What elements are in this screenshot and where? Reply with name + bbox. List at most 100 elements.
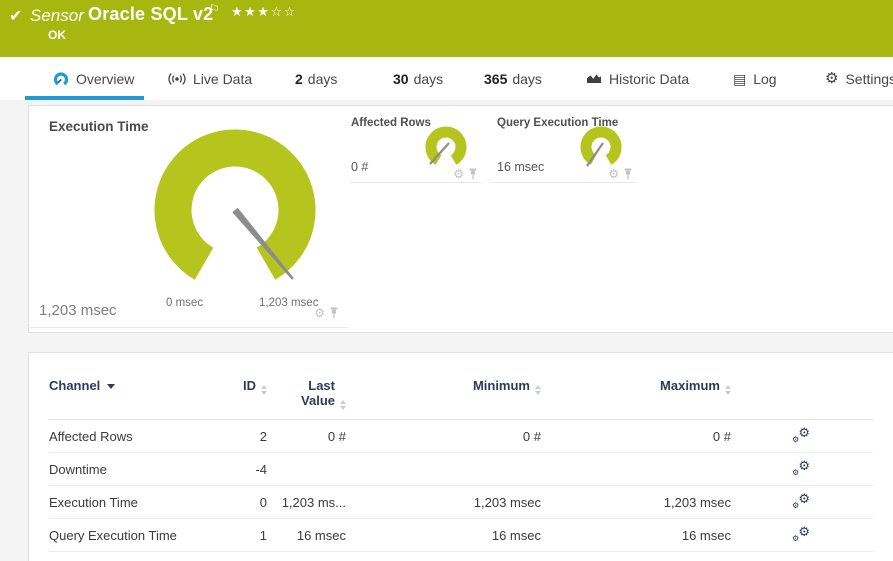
status-badge: OK xyxy=(48,28,66,42)
tab-365-days[interactable]: 365 days xyxy=(484,57,542,100)
gauge-tile-query-execution-time: Query Execution Time 16 msec ⚙ xyxy=(490,110,636,183)
channel-name: Execution Time xyxy=(49,494,138,510)
channel-id: 0 xyxy=(259,494,267,510)
channel-settings-button[interactable]: ⚙ ⚙ xyxy=(792,424,810,444)
channel-name: Query Execution Time xyxy=(49,527,177,543)
channel-table: Channel ID Last Value Minimum Maximum Af… xyxy=(49,378,873,552)
tab-label: days xyxy=(413,70,444,87)
gauge-tile-affected-rows: Affected Rows 0 # ⚙ xyxy=(350,110,481,183)
gears-icon: ⚙ xyxy=(792,434,800,444)
tab-number: 30 xyxy=(393,70,409,87)
gauge-settings-button[interactable]: ⚙ xyxy=(314,307,325,319)
tab-label: Log xyxy=(753,70,777,87)
flag-icon[interactable]: ⚐ xyxy=(209,2,220,16)
column-label: Last Value xyxy=(301,378,335,408)
column-label: Channel xyxy=(49,378,101,393)
gears-icon: ⚙ xyxy=(792,467,800,477)
gears-icon: ⚙ xyxy=(798,490,810,506)
channel-last-value: 0 # xyxy=(327,428,346,444)
prtg-sensor-page: ✔ Sensor Oracle SQL v2 ⚐ ★★★☆☆ OK Overvi… xyxy=(0,0,893,561)
gauge-title: Execution Time xyxy=(49,119,149,134)
channel-name: Downtime xyxy=(49,461,107,477)
channel-last-value: 16 msec xyxy=(296,527,346,543)
sensor-kind-label: Sensor xyxy=(30,6,84,25)
gears-icon: ⚙ xyxy=(798,457,810,473)
channel-table-panel: Channel ID Last Value Minimum Maximum Af… xyxy=(28,352,893,561)
channel-maximum: 0 # xyxy=(712,428,731,444)
channel-settings-button[interactable]: ⚙ ⚙ xyxy=(792,457,810,477)
tab-label: days xyxy=(307,70,338,87)
sort-desc-icon xyxy=(107,384,116,389)
area-chart-icon xyxy=(587,74,601,83)
gauge-title: Affected Rows xyxy=(351,117,431,129)
tab-number: 365 xyxy=(484,70,508,87)
gears-icon: ⚙ xyxy=(792,500,800,510)
gears-icon: ⚙ xyxy=(798,523,810,539)
log-icon: ▤ xyxy=(733,70,747,87)
channel-minimum: 0 # xyxy=(522,428,541,444)
gauge-value: 0 # xyxy=(351,160,369,174)
gauge-icon xyxy=(53,72,69,86)
tab-number: 2 xyxy=(295,70,303,87)
pin-icon[interactable] xyxy=(623,168,633,180)
gauge-tile-execution-time: Execution Time 0 msec 1,203 msec 1,203 m… xyxy=(30,106,348,328)
column-header-last-value[interactable]: Last Value xyxy=(267,378,346,410)
tab-label: Settings xyxy=(845,70,893,87)
sensor-title: Oracle SQL v2 xyxy=(88,4,214,24)
sort-icon xyxy=(725,385,731,395)
gauge-settings-button[interactable]: ⚙ xyxy=(608,168,619,180)
broadcast-icon xyxy=(168,72,186,85)
tab-30-days[interactable]: 30 days xyxy=(393,57,443,100)
table-row[interactable]: Downtime -4 ⚙ ⚙ xyxy=(49,453,873,486)
channel-minimum: 1,203 msec xyxy=(473,494,541,510)
tab-bar: Overview Live Data 2 days 30 days 365 da… xyxy=(0,57,893,100)
tab-2-days[interactable]: 2 days xyxy=(295,57,337,100)
tab-label: days xyxy=(512,70,542,87)
gauge-value: 16 msec xyxy=(497,160,545,174)
pin-icon[interactable] xyxy=(329,307,339,319)
gauge-scale-min: 0 msec xyxy=(166,297,204,309)
priority-stars[interactable]: ★★★☆☆ xyxy=(231,4,297,20)
tab-log[interactable]: ▤ Log xyxy=(733,57,777,100)
gauge-value: 1,203 msec xyxy=(39,302,117,319)
tab-label: Historic Data xyxy=(609,70,690,87)
channel-maximum: 16 msec xyxy=(681,527,731,543)
tab-settings[interactable]: ⚙ Settings xyxy=(825,57,893,100)
sort-icon xyxy=(340,400,346,410)
channel-id: -4 xyxy=(255,461,267,477)
column-header-channel[interactable]: Channel xyxy=(49,378,209,393)
tab-historic-data[interactable]: Historic Data xyxy=(586,57,689,100)
sensor-header: ✔ Sensor Oracle SQL v2 ⚐ ★★★☆☆ OK xyxy=(0,0,893,57)
column-header-maximum[interactable]: Maximum xyxy=(541,378,731,395)
channel-name: Affected Rows xyxy=(49,428,133,444)
column-label: Maximum xyxy=(660,378,720,393)
table-header-row: Channel ID Last Value Minimum Maximum xyxy=(49,378,873,420)
execution-time-gauge xyxy=(154,129,316,280)
gears-icon: ⚙ xyxy=(798,424,810,440)
channel-id: 2 xyxy=(259,428,267,444)
table-row[interactable]: Query Execution Time 1 16 msec 16 msec 1… xyxy=(49,519,873,552)
stars-empty: ☆☆ xyxy=(270,4,297,19)
channel-maximum: 1,203 msec xyxy=(663,494,731,510)
gears-icon: ⚙ xyxy=(792,533,800,543)
column-label: ID xyxy=(243,378,256,393)
channel-id: 1 xyxy=(259,527,267,543)
channel-last-value: 1,203 ms... xyxy=(281,494,346,510)
column-header-id[interactable]: ID xyxy=(209,378,267,395)
ok-check-icon: ✔ xyxy=(9,8,23,25)
table-row[interactable]: Affected Rows 2 0 # 0 # 0 # ⚙ ⚙ xyxy=(49,420,873,453)
gauges-panel: Execution Time 0 msec 1,203 msec 1,203 m… xyxy=(28,105,893,333)
tab-label: Overview xyxy=(76,70,135,87)
pin-icon[interactable] xyxy=(468,168,478,180)
channel-settings-button[interactable]: ⚙ ⚙ xyxy=(792,523,810,543)
tab-live-data[interactable]: Live Data xyxy=(168,57,252,100)
column-label: Minimum xyxy=(472,378,530,393)
gauge-settings-button[interactable]: ⚙ xyxy=(453,168,464,180)
column-header-minimum[interactable]: Minimum xyxy=(346,378,541,395)
gauge-scale-max: 1,203 msec xyxy=(259,297,319,309)
channel-settings-button[interactable]: ⚙ ⚙ xyxy=(792,490,810,510)
table-row[interactable]: Execution Time 0 1,203 ms... 1,203 msec … xyxy=(49,486,873,519)
tab-overview[interactable]: Overview xyxy=(24,57,145,100)
stars-filled: ★★★ xyxy=(231,4,271,19)
gear-icon: ⚙ xyxy=(825,70,839,87)
